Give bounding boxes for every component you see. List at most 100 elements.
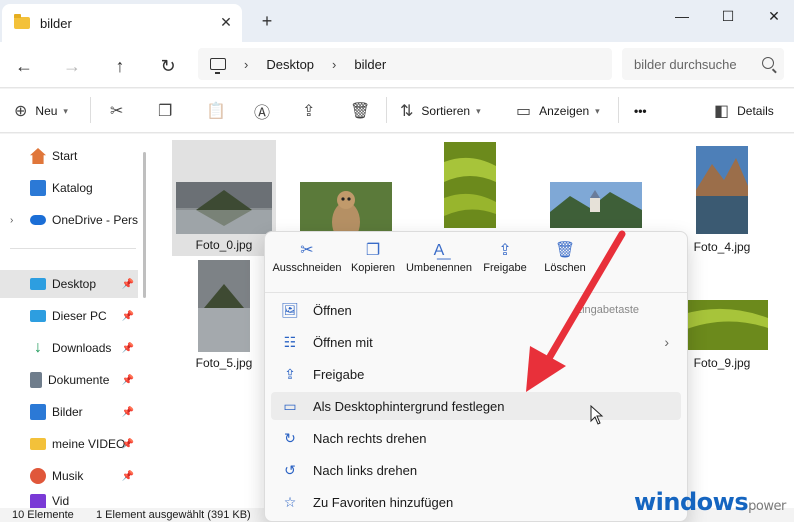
view-button[interactable]: ▭ Anzeigen ▾ (516, 101, 600, 121)
watermark-small: power (748, 499, 786, 514)
details-label: Details (737, 104, 774, 118)
thumbnail-leaves-wide (684, 300, 768, 350)
sidebar-item-videos[interactable]: Vid (0, 494, 138, 508)
back-button[interactable]: ← (10, 52, 38, 80)
scissors-icon: ✂ (110, 103, 124, 120)
sort-label: Sortieren (421, 104, 471, 118)
rename-button[interactable]: Ⓐ (254, 101, 278, 122)
title-bar: bilder ✕ + — ☐ ✕ (0, 0, 794, 42)
more-button[interactable]: ••• (634, 101, 647, 121)
menu-item-open-with[interactable]: ☷ Öffnen mit › (271, 328, 681, 356)
divider (618, 97, 619, 123)
up-button[interactable]: ↑ (106, 52, 134, 80)
menu-item-label: Nach links drehen (313, 462, 418, 478)
sidebar-scrollbar[interactable] (143, 152, 146, 298)
wallpaper-icon: ▭ (283, 397, 297, 414)
file-name: Foto_5.jpg (195, 356, 253, 370)
thumbnail-castle (550, 182, 642, 228)
breadcrumb-separator: › (244, 56, 249, 72)
file-item[interactable]: Foto_0.jpg (172, 140, 276, 256)
sidebar-item-katalog[interactable]: Katalog (0, 174, 138, 202)
chevron-down-icon: ▾ (595, 105, 600, 116)
star-icon: ☆ (283, 493, 297, 510)
sidebar-item-start[interactable]: Start (0, 142, 138, 170)
menu-item-add-favorite[interactable]: ☆ Zu Favoriten hinzufügen (271, 488, 681, 516)
sidebar-item-bilder[interactable]: Bilder 📌 (0, 398, 138, 426)
pin-icon: 📌 (121, 278, 134, 290)
details-button[interactable]: ◧ Details (714, 101, 774, 121)
home-icon (30, 148, 46, 164)
thumbnail-meerkat (300, 182, 392, 238)
shortcut-hint: Eingabetaste (574, 304, 639, 316)
sidebar-item-dieser-pc[interactable]: Dieser PC 📌 (0, 302, 138, 330)
command-bar: ⊕ Neu ▾ ✂ ❐ 📋 Ⓐ ⇪ 🗑 ⇅ Sortieren ▾ ▭ Anze… (0, 89, 794, 133)
cut-button[interactable]: ✂ (110, 101, 131, 121)
chevron-right-icon[interactable]: › (10, 215, 13, 226)
video-icon (30, 494, 46, 508)
menu-item-share[interactable]: ⇪ Freigabe (271, 360, 681, 388)
chevron-down-icon: ▾ (476, 105, 481, 116)
thumbnail-mountain-portrait (198, 260, 250, 352)
view-icon: ▭ (516, 103, 532, 120)
pin-icon: 📌 (121, 374, 134, 386)
breadcrumb-separator: › (332, 56, 337, 72)
close-tab-button[interactable]: ✕ (218, 14, 234, 30)
file-item[interactable]: Foto_5.jpg (172, 258, 276, 374)
action-label: Löschen (544, 262, 586, 274)
close-window-button[interactable]: ✕ (754, 4, 794, 28)
sidebar-item-label: meine VIDEO (52, 437, 126, 451)
menu-item-label: Öffnen (313, 302, 352, 318)
selection-info: 1 Element ausgewählt (391 KB) (96, 509, 251, 521)
search-input[interactable]: bilder durchsuche (622, 48, 784, 80)
sidebar-item-meine-video[interactable]: meine VIDEO 📌 (0, 430, 138, 458)
address-bar[interactable]: › Desktop › bilder (198, 48, 612, 80)
new-tab-button[interactable]: + (258, 12, 276, 30)
menu-item-rotate-right[interactable]: ↻ Nach rechts drehen (271, 424, 681, 452)
share-button[interactable]: ⇪ (302, 101, 323, 121)
new-label: Neu (35, 104, 58, 118)
share-icon: ⇪ (284, 365, 296, 382)
gallery-icon (30, 180, 46, 196)
sidebar-item-label: Vid (52, 494, 70, 508)
menu-item-set-wallpaper[interactable]: ▭ Als Desktophintergrund festlegen (271, 392, 681, 420)
action-label: Ausschneiden (272, 262, 342, 274)
folder-icon (14, 14, 30, 29)
menu-item-label: Zu Favoriten hinzufügen (313, 494, 454, 510)
delete-button[interactable]: 🗑 (350, 101, 378, 121)
sidebar-item-musik[interactable]: Musik 📌 (0, 462, 138, 490)
maximize-button[interactable]: ☐ (708, 4, 748, 28)
menu-item-label: Nach rechts drehen (313, 430, 427, 446)
divider (386, 97, 387, 123)
pin-icon: 📌 (121, 470, 134, 482)
refresh-button[interactable]: ↻ (154, 52, 182, 80)
open-with-icon: ☷ (283, 333, 297, 350)
trash-icon: 🗑 (350, 103, 371, 120)
pc-icon (210, 58, 226, 74)
delete-action[interactable]: 🗑 Löschen (525, 240, 605, 284)
copy-button[interactable]: ❐ (158, 101, 180, 121)
paste-icon: 📋 (206, 103, 226, 120)
sidebar-item-label: Dieser PC (52, 309, 107, 323)
minimize-button[interactable]: — (662, 4, 702, 28)
action-label: Kopieren (350, 262, 396, 274)
tab-bilder[interactable]: bilder ✕ (2, 4, 242, 42)
breadcrumb-bilder[interactable]: bilder (354, 57, 386, 72)
sidebar-item-downloads[interactable]: ↓ Downloads 📌 (0, 334, 138, 362)
pictures-icon (30, 404, 46, 420)
menu-item-open[interactable]: 🖼 Öffnen Eingabetaste (271, 296, 681, 324)
forward-button[interactable]: → (58, 52, 86, 80)
search-placeholder: bilder durchsuche (634, 56, 737, 72)
pc-icon (30, 310, 46, 322)
menu-item-rotate-left[interactable]: ↺ Nach links drehen (271, 456, 681, 484)
sort-button[interactable]: ⇅ Sortieren ▾ (400, 101, 481, 121)
sidebar-item-desktop[interactable]: Desktop 📌 (0, 270, 138, 298)
copy-icon: ❐ (158, 103, 173, 120)
breadcrumb-desktop[interactable]: Desktop (266, 57, 314, 72)
new-button[interactable]: ⊕ Neu ▾ (14, 101, 68, 121)
paste-button[interactable]: 📋 (206, 101, 234, 121)
menu-item-label: Öffnen mit (313, 334, 373, 350)
trash-icon: 🗑 (554, 242, 576, 259)
sidebar-item-onedrive[interactable]: › OneDrive - Perso (0, 206, 138, 234)
plus-circle-icon: ⊕ (14, 103, 28, 120)
sidebar-item-dokumente[interactable]: Dokumente 📌 (0, 366, 138, 394)
